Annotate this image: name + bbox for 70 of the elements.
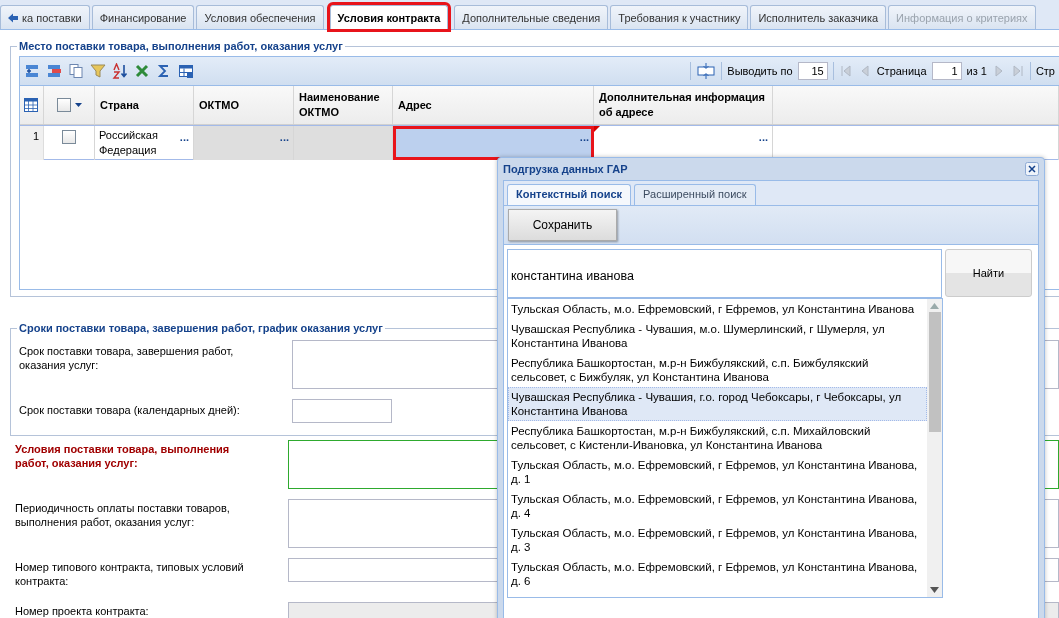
result-item[interactable]: Тульская Область, м.о. Ефремовский, г Ефремов, ул Константина Иванова, д. 6 bbox=[508, 557, 927, 591]
picker-button[interactable]: ... bbox=[758, 130, 768, 145]
remove-row-icon[interactable] bbox=[46, 63, 62, 79]
sort-icon[interactable] bbox=[112, 63, 128, 79]
result-item[interactable]: Тульская Область, м.о. Ефремовский, г Ефремов, ул Константина Иванова, д. 1 bbox=[508, 455, 927, 489]
fit-columns-icon[interactable] bbox=[696, 63, 717, 79]
calendar-grid-icon[interactable] bbox=[24, 98, 38, 112]
search-field[interactable]: константина иванова bbox=[507, 249, 942, 298]
tab[interactable]: Условия контракта bbox=[329, 5, 449, 29]
result-item[interactable]: Республика Башкортостан, м.р-н Бижбулякский, с.п. Бижбулякский сельсовет, с Бижбуляк, ул Константина Иванова bbox=[508, 353, 927, 387]
table-cell[interactable] bbox=[294, 126, 393, 160]
tab[interactable]: Условия обеспечения bbox=[196, 5, 324, 29]
excel-icon[interactable] bbox=[134, 63, 150, 79]
cell-text: Российская Федерация bbox=[99, 128, 159, 158]
field-label: Условия поставки товара, выполнения работ, оказания услуг: bbox=[15, 442, 231, 471]
table-cell[interactable]: ... bbox=[393, 126, 594, 160]
column-header[interactable]: Адрес bbox=[393, 86, 594, 124]
section-title: Сроки поставки товара, завершения работ, график оказания услуг bbox=[18, 322, 384, 334]
section-title: Место поставки товара, выполнения работ, оказания услуг bbox=[18, 40, 344, 52]
input-field[interactable] bbox=[292, 399, 392, 423]
page-size-field[interactable]: 15 bbox=[797, 62, 828, 80]
picker-button[interactable]: ... bbox=[279, 130, 289, 145]
result-item[interactable]: Чувашская Республика - Чувашия, г.о. город Чебоксары, г Чебоксары, ул Константина Иванова bbox=[508, 387, 927, 421]
table-cell[interactable]: ... bbox=[194, 126, 294, 160]
result-item[interactable]: Республика Башкортостан, м.р-н Бижбулякский, с.п. Михайловский сельсовет, с Кистенли-Ивановка, ул Константина Иванова bbox=[508, 421, 927, 455]
scrollbar[interactable] bbox=[927, 299, 942, 597]
dialog-title: Подгрузка данных ГАР bbox=[503, 163, 628, 175]
tab[interactable]: Дополнительные сведения bbox=[454, 5, 609, 29]
add-row-icon[interactable] bbox=[24, 63, 40, 79]
scrollbar-thumb[interactable] bbox=[928, 312, 941, 432]
tab[interactable]: Требования к участнику bbox=[610, 5, 749, 29]
close-icon[interactable] bbox=[1025, 162, 1039, 176]
toolbar-label: Стр bbox=[1035, 65, 1055, 77]
field-label: Номер проекта контракта: bbox=[15, 604, 150, 618]
column-header[interactable]: ОКТМО bbox=[194, 86, 294, 124]
caret-icon[interactable] bbox=[74, 103, 82, 107]
save-button[interactable]: Сохранить bbox=[508, 209, 617, 241]
scroll-down-icon[interactable] bbox=[930, 587, 939, 593]
row-checkbox[interactable] bbox=[62, 130, 76, 144]
row-number: 1 bbox=[20, 126, 44, 160]
page-count: из 1 bbox=[966, 65, 987, 77]
result-item[interactable]: Чувашская Республика - Чувашия, м.о. Шумерлинский, г Шумерля, ул Константина Иванова bbox=[508, 319, 927, 353]
field-label: Номер типового контракта, типовых условий контракта: bbox=[15, 560, 245, 588]
page-label: Страница bbox=[876, 65, 927, 77]
back-arrow-icon[interactable] bbox=[7, 11, 19, 24]
filter-icon[interactable] bbox=[90, 63, 106, 79]
column-header[interactable]: Наименование ОКТМО bbox=[294, 86, 393, 124]
copy-icon[interactable] bbox=[68, 63, 84, 79]
column-header[interactable]: Страна bbox=[95, 86, 194, 124]
field-label: Периодичность оплаты поставки товаров, выполнения работ, оказания услуг: bbox=[15, 501, 231, 530]
column-header[interactable]: Дополнительная информация об адресе bbox=[594, 86, 773, 124]
page-number-field[interactable]: 1 bbox=[931, 62, 962, 80]
modified-marker bbox=[594, 126, 600, 132]
result-item[interactable]: Тульская Область, м.о. Ефремовский, г Ефремов, ул Константина Иванова, д. 4 bbox=[508, 489, 927, 523]
scroll-up-icon[interactable] bbox=[930, 303, 939, 309]
tab[interactable]: Исполнитель заказчика bbox=[750, 5, 887, 29]
tab[interactable]: Финансирование bbox=[91, 5, 195, 29]
tab[interactable]: Расширенный поиск bbox=[634, 184, 756, 205]
result-item[interactable]: Тульская Область, м.о. Ефремовский, г Ефремов, ул Константина Иванова bbox=[508, 299, 927, 319]
picker-button[interactable]: ... bbox=[579, 130, 589, 145]
field-label: Срок поставки товара (календарных дней): bbox=[19, 403, 241, 418]
select-all-checkbox[interactable] bbox=[56, 98, 71, 112]
result-item[interactable]: Тульская Область, м.о. Ефремовский, г Ефремов, ул Константина Иванова, д. 3 bbox=[508, 523, 927, 557]
tab[interactable]: Контекстный поиск bbox=[507, 184, 632, 205]
picker-button[interactable]: ... bbox=[179, 130, 189, 145]
page-size-label: Выводить по bbox=[727, 65, 793, 77]
field-label: Срок поставки товара, завершения работ, оказания услуг: bbox=[19, 344, 235, 373]
table-settings-icon[interactable] bbox=[178, 63, 194, 79]
tab[interactable]: ка поставки bbox=[0, 5, 90, 29]
find-button[interactable]: Найти bbox=[945, 249, 1032, 297]
